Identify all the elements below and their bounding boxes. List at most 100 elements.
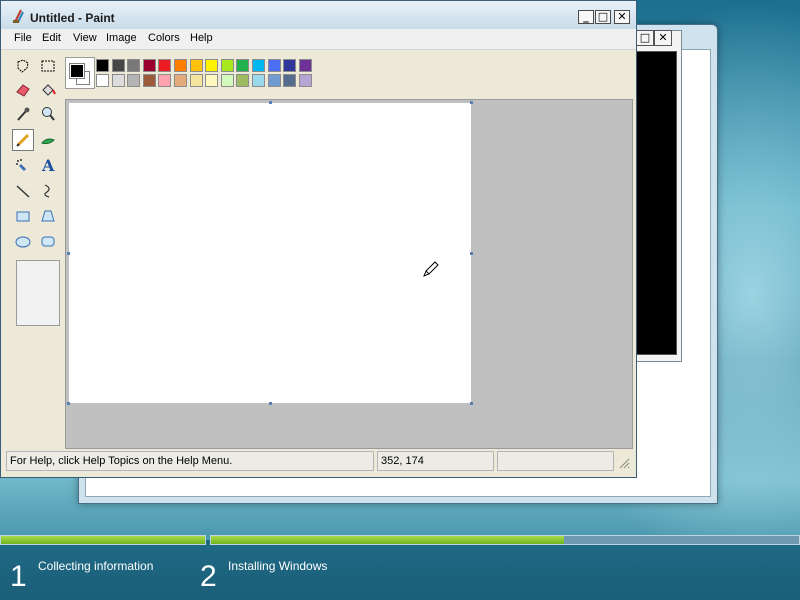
paint-bucket-icon	[42, 84, 56, 96]
menu-image[interactable]: Image	[106, 32, 137, 44]
color-swatch[interactable]	[220, 74, 234, 87]
current-colors[interactable]	[65, 57, 95, 89]
color-swatch[interactable]	[189, 59, 203, 72]
color-swatch[interactable]	[205, 59, 219, 72]
free-form-select-tool[interactable]	[12, 55, 34, 77]
curve-tool[interactable]	[37, 180, 59, 202]
menu-colors[interactable]: Colors	[148, 32, 180, 44]
menu-bar: File Edit View Image Colors Help	[1, 29, 636, 50]
minimize-button[interactable]: _	[578, 10, 594, 24]
tool-options-box[interactable]	[16, 260, 60, 326]
color-swatch[interactable]	[111, 74, 125, 87]
text-tool[interactable]: A	[37, 155, 59, 177]
airbrush-tool[interactable]	[12, 155, 34, 177]
menu-edit[interactable]: Edit	[42, 32, 61, 44]
pencil-tool[interactable]	[12, 129, 34, 151]
text-icon: A	[42, 156, 55, 175]
color-swatch[interactable]	[298, 59, 312, 72]
magnifier-icon	[42, 107, 55, 121]
line-tool[interactable]	[12, 180, 34, 202]
color-swatch[interactable]	[174, 59, 187, 72]
brush-tool[interactable]	[37, 129, 59, 151]
color-swatch[interactable]	[189, 74, 203, 87]
resize-grip-icon[interactable]	[618, 457, 630, 469]
fill-tool[interactable]	[37, 79, 59, 101]
console-maximize-button[interactable]: □	[636, 30, 654, 46]
brush-icon	[41, 138, 55, 145]
menu-help[interactable]: Help	[190, 32, 213, 44]
rectangle-icon	[16, 211, 30, 222]
color-swatch[interactable]	[236, 74, 250, 87]
color-swatch[interactable]	[252, 74, 265, 87]
eraser-icon	[16, 84, 30, 97]
color-swatch[interactable]	[283, 74, 297, 87]
color-swatch[interactable]	[236, 59, 250, 72]
resize-handle-left	[67, 252, 70, 255]
pencil-cursor-icon	[423, 261, 439, 277]
color-swatch[interactable]	[142, 59, 156, 72]
close-button[interactable]: ✕	[614, 10, 630, 24]
paint-window: Untitled - Paint _ □ ✕ File Edit View Im…	[0, 0, 637, 478]
polygon-icon	[41, 210, 55, 222]
eraser-tool[interactable]	[12, 79, 34, 101]
rect-select-icon	[41, 60, 55, 72]
color-swatch[interactable]	[267, 74, 281, 87]
polygon-tool[interactable]	[37, 205, 59, 227]
color-palette	[65, 57, 325, 93]
curve-icon	[44, 184, 50, 198]
resize-handle-top-right	[470, 101, 473, 104]
drawing-area	[65, 99, 633, 449]
color-swatch[interactable]	[111, 59, 125, 72]
freeform-select-icon	[17, 59, 29, 73]
rounded-rectangle-tool[interactable]	[37, 230, 59, 252]
maximize-button[interactable]: □	[595, 10, 611, 24]
color-swatch[interactable]	[205, 74, 219, 87]
resize-handle-bottom-right[interactable]	[470, 402, 473, 405]
menu-file[interactable]: File	[14, 32, 32, 44]
rounded-rect-icon	[41, 236, 55, 247]
eyedropper-icon	[17, 107, 30, 121]
progress-fill-step-2	[211, 536, 564, 544]
status-size	[497, 451, 614, 471]
color-swatch[interactable]	[220, 59, 234, 72]
color-swatch[interactable]	[96, 74, 109, 87]
color-swatch[interactable]	[127, 74, 141, 87]
step-number: 2	[200, 560, 217, 593]
color-swatch[interactable]	[96, 59, 109, 72]
ellipse-tool[interactable]	[12, 230, 34, 252]
color-swatch[interactable]	[174, 74, 187, 87]
foreground-color	[69, 63, 85, 79]
step-label: Installing Windows	[228, 559, 328, 573]
paint-app-icon	[13, 9, 24, 23]
progress-fill-step-1	[1, 536, 205, 544]
canvas[interactable]	[69, 103, 471, 403]
menu-view[interactable]: View	[73, 32, 97, 44]
line-icon	[16, 185, 30, 198]
color-swatch[interactable]	[252, 59, 265, 72]
resize-handle-bottom-left	[67, 402, 70, 405]
color-swatch[interactable]	[142, 74, 156, 87]
resize-handle-bottom[interactable]	[269, 402, 272, 405]
status-bar: For Help, click Help Topics on the Help …	[6, 451, 633, 473]
ellipse-icon	[15, 236, 31, 248]
select-tool[interactable]	[37, 55, 59, 77]
window-title: Untitled - Paint	[30, 11, 115, 25]
color-swatch[interactable]	[298, 74, 312, 87]
status-coordinates: 352, 174	[377, 451, 494, 471]
magnifier-tool[interactable]	[37, 103, 59, 125]
step-label: Collecting information	[38, 559, 154, 573]
rectangle-tool[interactable]	[12, 205, 34, 227]
status-help-text: For Help, click Help Topics on the Help …	[6, 451, 374, 471]
pencil-icon	[16, 133, 30, 147]
color-swatch[interactable]	[127, 59, 141, 72]
color-swatch[interactable]	[158, 74, 172, 87]
pick-color-tool[interactable]	[12, 103, 34, 125]
paint-titlebar[interactable]: Untitled - Paint _ □ ✕	[1, 1, 636, 30]
color-swatch[interactable]	[267, 59, 281, 72]
console-close-button[interactable]: ✕	[654, 30, 672, 46]
progress-bar-step-1	[0, 535, 206, 545]
airbrush-icon	[16, 159, 26, 171]
resize-handle-right[interactable]	[470, 252, 473, 255]
color-swatch[interactable]	[283, 59, 297, 72]
color-swatch[interactable]	[158, 59, 172, 72]
